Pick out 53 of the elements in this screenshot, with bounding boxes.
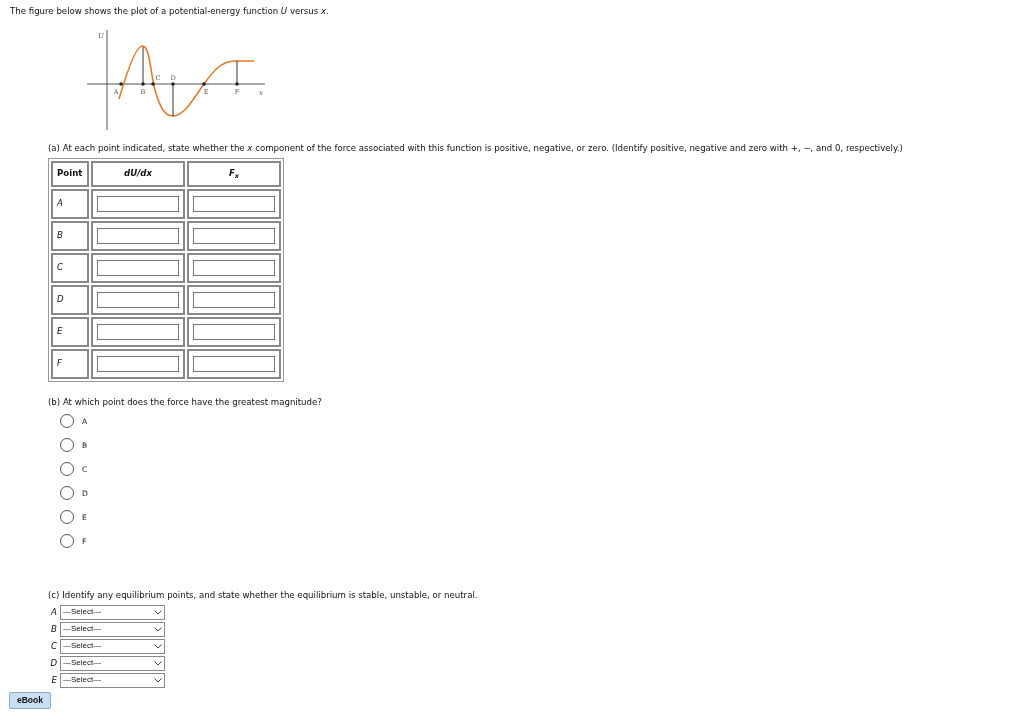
ebook-button[interactable]: eBook: [9, 692, 51, 709]
intro-text: The figure below shows the plot of a potential-energy function U versus x.: [10, 5, 329, 18]
point-marker-icon: [202, 82, 206, 86]
point-label: D: [49, 656, 57, 670]
input-field[interactable]: [97, 355, 179, 372]
select-dropdown[interactable]: ---Select---: [60, 638, 165, 654]
point-label: C: [50, 639, 57, 653]
radio-button[interactable]: [60, 510, 74, 525]
point-marker-icon: [151, 82, 155, 86]
point-label: B: [50, 622, 57, 636]
input-field[interactable]: [97, 291, 179, 308]
input-field[interactable]: [97, 227, 179, 244]
chevron-down-icon: [154, 609, 162, 615]
question-text: (b) At which point does the force have the greatest magnitude?: [48, 396, 322, 409]
table-cell: D: [51, 284, 89, 315]
input-field[interactable]: [193, 355, 275, 372]
input-field[interactable]: [193, 227, 275, 244]
radio-button[interactable]: [60, 438, 74, 453]
select-dropdown[interactable]: ---Select---: [60, 621, 165, 637]
column-header: Point: [51, 160, 89, 187]
input-field[interactable]: [193, 291, 275, 308]
radio-button[interactable]: [60, 534, 74, 549]
table-cell: B: [51, 220, 89, 251]
select-dropdown[interactable]: ---Select---: [60, 672, 165, 688]
point-label: A: [49, 605, 57, 619]
radio-button[interactable]: [60, 462, 74, 477]
table-cell: F: [51, 348, 89, 379]
input-field[interactable]: [193, 195, 275, 212]
chevron-down-icon: [154, 677, 162, 683]
column-header: dU/dx: [91, 160, 185, 187]
question-text: (c) Identify any equilibrium points, and state whether the equilibrium is stable, unstable, or neutral.: [48, 589, 478, 602]
point-label: E: [50, 673, 57, 687]
chevron-down-icon: [154, 626, 162, 632]
table-cell: C: [51, 252, 89, 283]
select-dropdown[interactable]: ---Select---: [60, 655, 165, 671]
radio-button[interactable]: [60, 486, 74, 501]
column-header: F$_{x}$: [187, 160, 281, 187]
radio-button[interactable]: [60, 414, 74, 429]
select-dropdown[interactable]: ---Select---: [60, 604, 165, 620]
input-field[interactable]: [193, 259, 275, 276]
chevron-down-icon: [154, 643, 162, 649]
table-cell: A: [51, 188, 89, 219]
chevron-down-icon: [154, 660, 162, 666]
question-text: (a) At each point indicated, state whether the x component of the force associated with this function is positive, negative, or zero. (Identify positive, negative and zero with +, −, and 0, respectively.): [48, 142, 903, 155]
input-field[interactable]: [193, 323, 275, 340]
table-cell: E: [51, 316, 89, 347]
point-marker-icon: [141, 82, 145, 86]
input-field[interactable]: [97, 195, 179, 212]
input-field[interactable]: [97, 259, 179, 276]
point-marker-icon: [235, 82, 239, 86]
point-marker-icon: [171, 82, 175, 86]
point-marker-icon: [119, 82, 123, 86]
input-field[interactable]: [97, 323, 179, 340]
